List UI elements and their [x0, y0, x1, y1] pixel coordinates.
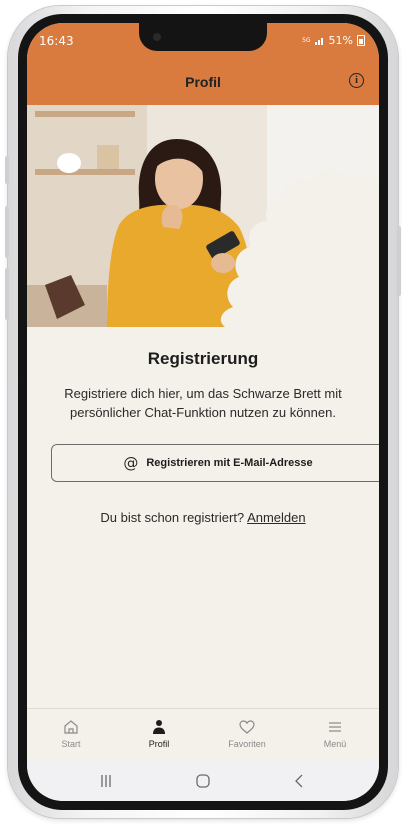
app-header: 16:43 5G 51% Profil i: [27, 23, 379, 105]
already-registered-line: Du bist schon registriert? Anmelden: [27, 510, 379, 525]
recents-icon[interactable]: [97, 772, 115, 790]
front-camera: [153, 33, 161, 41]
register-email-label: Registrieren mit E-Mail-Adresse: [146, 457, 313, 469]
home-icon: [64, 720, 78, 734]
status-time: 16:43: [39, 34, 74, 48]
signal-icon: [314, 38, 323, 45]
tab-label: Start: [61, 739, 81, 749]
volume-down-button: [5, 268, 9, 320]
person-icon: [153, 720, 165, 734]
registration-title: Registrierung: [147, 349, 259, 368]
power-button: [397, 226, 401, 296]
tab-start[interactable]: Start: [27, 709, 115, 761]
info-icon[interactable]: i: [349, 73, 364, 88]
at-icon: @: [123, 454, 139, 472]
battery-icon: [357, 35, 365, 46]
notch: [139, 23, 267, 51]
heart-icon: [239, 720, 255, 734]
tab-profil[interactable]: Profil: [115, 709, 203, 761]
system-navigation-bar: [27, 760, 379, 801]
register-email-button[interactable]: @ Registrieren mit E-Mail-Adresse: [51, 444, 379, 482]
bottom-tab-bar: Start Profil Favoriten Menü: [27, 708, 379, 761]
tab-label: Menü: [323, 739, 347, 749]
home-circle-icon[interactable]: [194, 772, 212, 790]
login-link[interactable]: Anmelden: [247, 510, 306, 525]
side-button: [5, 156, 9, 184]
battery-percent: 51%: [328, 34, 353, 47]
woman-with-phone-illustration: [27, 105, 379, 327]
hero-image: [27, 105, 379, 327]
page-title: Profil: [185, 74, 221, 90]
tab-menu[interactable]: Menü: [291, 709, 379, 761]
back-chevron-icon[interactable]: [291, 772, 309, 790]
already-registered-text: Du bist schon registriert?: [100, 510, 245, 525]
screen: 16:43 5G 51% Profil i Registrierung Regi…: [27, 23, 379, 801]
phone-bezel: 16:43 5G 51% Profil i Registrierung Regi…: [18, 14, 388, 810]
phone-frame: 16:43 5G 51% Profil i Registrierung Regi…: [5, 6, 401, 818]
volume-up-button: [5, 206, 9, 258]
status-icons: 5G 51%: [302, 34, 365, 47]
registration-description: Registriere dich hier, um das Schwarze B…: [64, 386, 342, 420]
menu-icon: [329, 722, 341, 732]
tab-label: Profil: [148, 739, 170, 749]
tab-label: Favoriten: [228, 739, 266, 749]
tab-favoriten[interactable]: Favoriten: [203, 709, 291, 761]
network-type: 5G: [302, 36, 311, 44]
